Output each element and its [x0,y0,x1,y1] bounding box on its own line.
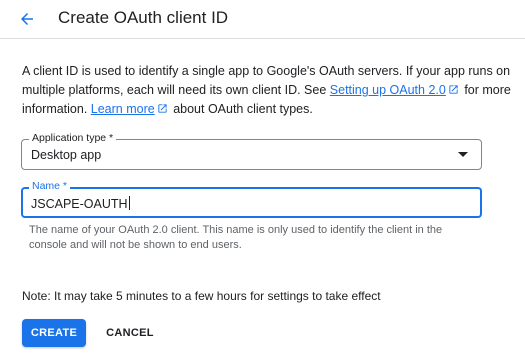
open-in-new-icon [158,104,167,113]
create-button[interactable]: CREATE [22,319,86,347]
name-helper-text: The name of your OAuth 2.0 client. This … [29,224,443,251]
application-type-value: Desktop app [31,148,102,162]
name-value: JSCAPE-OAUTH [31,196,130,212]
intro-text-3: about OAuth client types. [169,102,313,116]
arrow-back-icon [21,13,33,25]
name-input[interactable]: Name * JSCAPE-OAUTH [21,180,482,218]
name-value-text: JSCAPE-OAUTH [31,197,128,211]
application-type-select[interactable]: Application type * Desktop app [21,132,482,170]
create-oauth-client-page: Create OAuth client ID A client ID is us… [0,0,525,355]
learn-more-link[interactable]: Learn more [91,102,155,116]
cancel-button[interactable]: CANCEL [98,319,162,347]
learn-more-link-label: Learn more [90,102,155,116]
intro-paragraph: A client ID is used to identify a single… [22,62,512,119]
page-header: Create OAuth client ID [0,0,525,39]
name-label: Name * [29,180,71,193]
setting-up-oauth-link-label: Setting up OAuth 2.0 [329,83,446,97]
open-in-new-icon [449,85,458,94]
back-button[interactable] [14,6,40,32]
page-title: Create OAuth client ID [58,8,229,27]
arrow-drop-down-icon [458,152,468,157]
settings-note: Note: It may take 5 minutes to a few hou… [22,289,381,303]
text-cursor [128,196,130,210]
application-type-label: Application type * [29,132,117,145]
setting-up-oauth-link[interactable]: Setting up OAuth 2.0 [330,83,446,97]
